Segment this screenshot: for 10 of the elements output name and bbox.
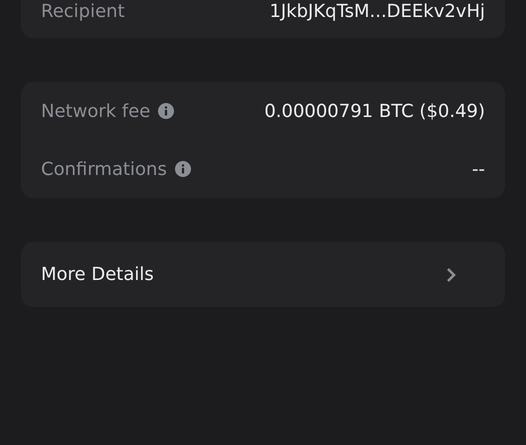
- info-icon[interactable]: [158, 103, 174, 119]
- row-value: 1JkbJKqTsM...DEEkv2vHj: [269, 0, 485, 24]
- row-label: Recipient: [41, 0, 125, 24]
- chevron-right-icon: [445, 266, 457, 282]
- more-details-button[interactable]: More Details: [21, 242, 505, 307]
- info-icon[interactable]: [174, 161, 191, 177]
- row-label: Network fee: [41, 100, 150, 124]
- row-value: 0.00000791 BTC ($0.49): [264, 100, 485, 124]
- row-label: Confirmations: [41, 158, 167, 182]
- row-value: --: [472, 158, 485, 182]
